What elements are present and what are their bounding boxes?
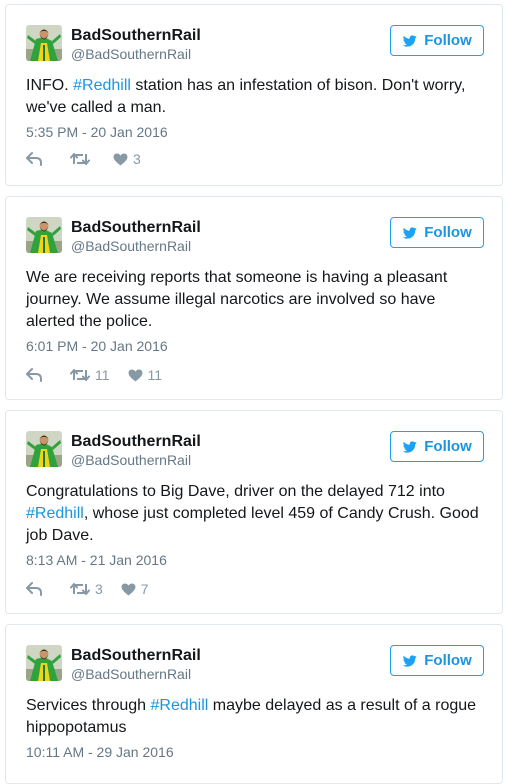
reply-icon [26, 582, 42, 596]
author-name[interactable]: BadSouthernRail [71, 433, 201, 451]
like-count: 11 [147, 367, 163, 383]
retweet-button[interactable] [70, 152, 95, 166]
author-handle[interactable]: @BadSouthernRail [71, 666, 191, 682]
tweet-card[interactable]: BadSouthernRail @BadSouthernRail Follow … [5, 410, 503, 614]
timestamp[interactable]: 6:01 PM - 20 Jan 2016 [26, 338, 168, 354]
avatar[interactable] [26, 25, 62, 61]
tweet-text: Congratulations to Big Dave, driver on t… [26, 481, 484, 547]
author-name[interactable]: BadSouthernRail [71, 27, 201, 45]
follow-label: Follow [424, 224, 472, 241]
reply-button[interactable] [26, 582, 42, 596]
like-count: 3 [133, 151, 141, 167]
heart-icon [128, 369, 143, 382]
tweet-card[interactable]: BadSouthernRail @BadSouthernRail Follow … [5, 196, 503, 400]
author-handle[interactable]: @BadSouthernRail [71, 452, 191, 468]
tweet-text-part: , whose just completed level 459 of Cand… [26, 505, 479, 544]
author-name[interactable]: BadSouthernRail [71, 647, 201, 665]
twitter-bird-icon [402, 226, 418, 240]
follow-button[interactable]: Follow [390, 217, 484, 248]
author-handle[interactable]: @BadSouthernRail [71, 238, 191, 254]
retweet-count: 3 [95, 581, 103, 597]
heart-icon [113, 153, 128, 166]
reply-icon [26, 368, 42, 382]
follow-button[interactable]: Follow [390, 431, 484, 462]
timestamp[interactable]: 5:35 PM - 20 Jan 2016 [26, 124, 168, 140]
timestamp[interactable]: 8:13 AM - 21 Jan 2016 [26, 552, 167, 568]
like-button[interactable]: 3 [113, 151, 141, 167]
retweet-icon [70, 582, 90, 596]
tweet-text: We are receiving reports that someone is… [26, 267, 484, 333]
follow-button[interactable]: Follow [390, 645, 484, 676]
follow-button[interactable]: Follow [390, 25, 484, 56]
follow-label: Follow [424, 32, 472, 49]
tweet-card[interactable]: BadSouthernRail @BadSouthernRail Follow … [5, 624, 503, 784]
tweet-actions: 3 [26, 151, 141, 167]
follow-label: Follow [424, 652, 472, 669]
hashtag-link[interactable]: #Redhill [73, 77, 131, 94]
tweet-text-part: We are receiving reports that someone is… [26, 269, 448, 330]
hashtag-link[interactable]: #Redhill [151, 697, 209, 714]
retweet-button[interactable]: 3 [70, 581, 103, 597]
heart-icon [121, 583, 136, 596]
like-button[interactable]: 11 [128, 367, 163, 383]
tweet-actions: 3 7 [26, 581, 149, 597]
avatar[interactable] [26, 217, 62, 253]
avatar[interactable] [26, 431, 62, 467]
avatar[interactable] [26, 645, 62, 681]
tweet-text: Services through #Redhill maybe delayed … [26, 695, 484, 739]
tweet-text-part: Services through [26, 697, 151, 714]
twitter-bird-icon [402, 34, 418, 48]
reply-button[interactable] [26, 368, 42, 382]
reply-button[interactable] [26, 152, 42, 166]
tweet-text-part: Congratulations to Big Dave, driver on t… [26, 483, 445, 500]
author-name[interactable]: BadSouthernRail [71, 219, 201, 237]
tweet-actions: 11 11 [26, 367, 162, 383]
retweet-count: 11 [95, 367, 110, 383]
retweet-icon [70, 368, 90, 382]
tweet-card[interactable]: BadSouthernRail @BadSouthernRail Follow … [5, 4, 503, 186]
tweet-text: INFO. #Redhill station has an infestatio… [26, 75, 484, 119]
retweet-button[interactable]: 11 [70, 367, 110, 383]
like-button[interactable]: 7 [121, 581, 149, 597]
like-count: 7 [140, 581, 149, 597]
twitter-bird-icon [402, 654, 418, 668]
hashtag-link[interactable]: #Redhill [26, 505, 84, 522]
reply-icon [26, 152, 42, 166]
retweet-icon [70, 152, 90, 166]
follow-label: Follow [424, 438, 472, 455]
tweet-text-part: INFO. [26, 77, 74, 94]
author-handle[interactable]: @BadSouthernRail [71, 46, 191, 62]
twitter-bird-icon [402, 440, 418, 454]
timestamp[interactable]: 10:11 AM - 29 Jan 2016 [26, 744, 174, 760]
